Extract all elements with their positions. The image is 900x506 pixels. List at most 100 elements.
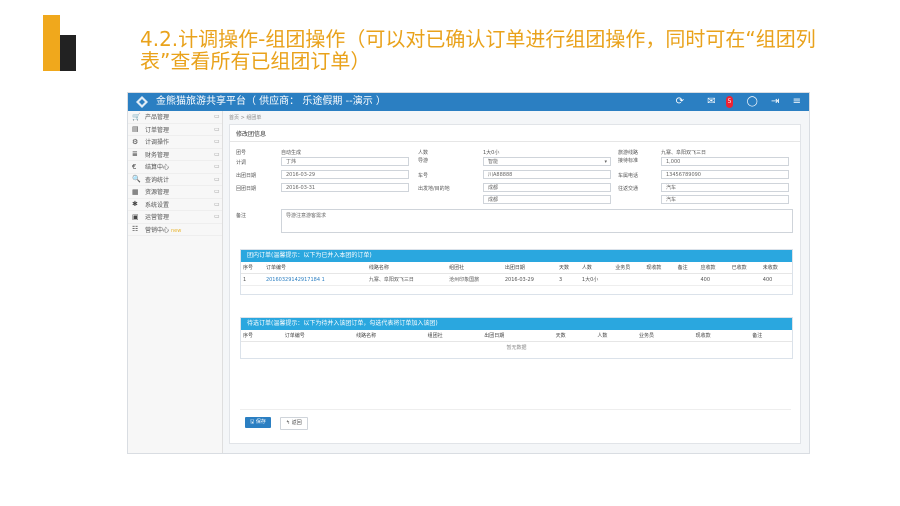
chevron-icon: ▭ [214, 200, 220, 208]
col-header: 应收款 [698, 262, 730, 274]
route-label: 旅游线路 [618, 150, 639, 156]
col-header: 出团日期 [502, 262, 557, 274]
slide-logo-bar-black [60, 35, 76, 71]
sidebar-item-operations[interactable]: ⚙ 计调操作 ▭ [128, 136, 222, 149]
chevron-icon: ▭ [214, 150, 220, 158]
new-badge: new [171, 227, 182, 234]
chevron-icon: ▭ [214, 213, 220, 221]
table-cell [644, 273, 676, 286]
in-team-orders-section: 团内订单(温馨提示：以下为已并入本团的订单) 序号 订单编号 线路名称 组团社 … [240, 249, 793, 295]
toolbar: ⟳ ✉ 5 ◯ ⇥ ≡ [666, 96, 801, 108]
order-number-link[interactable]: 20160329142917184 1 [263, 273, 367, 286]
guide-input[interactable]: 丁炜 [281, 157, 409, 166]
sidebar-item-label: 财务管理 [145, 151, 170, 159]
table-cell: 400 [760, 273, 792, 286]
team-no-value: 自动生成 [281, 150, 302, 156]
car-input[interactable]: 川A88888 [483, 170, 611, 179]
col-header: 业务员 [613, 262, 645, 274]
chat-icon[interactable]: ◯ [747, 96, 758, 107]
mail-icon[interactable]: ✉ 5 [697, 96, 734, 108]
table-cell [675, 273, 699, 286]
sidebar-item-label: 产品管理 [145, 114, 170, 122]
col-header: 序号 [241, 262, 264, 274]
sidebar-item-operations-mgmt[interactable]: ▣ 运营管理 ▭ [128, 211, 222, 224]
col-header: 人数 [595, 330, 638, 342]
database-icon: ▦ [132, 187, 139, 196]
chevron-icon: ▭ [214, 163, 220, 171]
brand-title: 金熊猫旅游共享平台（ 供应商： 乐途假期 --演示 ） [156, 96, 386, 107]
leader-select[interactable]: 智能 ▾ [483, 157, 611, 166]
sidebar-item-resources[interactable]: ▦ 资源管理 ▭ [128, 186, 222, 199]
sidebar-item-label: 资源管理 [145, 189, 170, 197]
guide-label: 计调 [236, 160, 247, 166]
return-date-input[interactable]: 2016-03-31 [281, 183, 409, 192]
pending-orders-section: 待选订单(温馨提示：以下为待并入该团订单，勾选代表将订单加入该团) 序号 订单编… [240, 317, 793, 359]
chevron-icon: ▭ [214, 138, 220, 146]
sidebar-item-system[interactable]: ✱ 系统设置 ▭ [128, 199, 222, 211]
col-header: 已收款 [729, 262, 761, 274]
traffic-go-input[interactable]: 汽车 [661, 183, 789, 192]
col-header: 备注 [675, 262, 699, 274]
sidebar-item-products[interactable]: 🛒 产品管理 ▭ [128, 111, 222, 124]
table-row: 1 20160329142917184 1 九寨、阜阳双飞三日 沧州印象国旅 2… [241, 273, 792, 286]
mail-badge: 5 [725, 96, 734, 108]
table-cell: 400 [698, 273, 730, 286]
search-icon: 🔍 [132, 175, 141, 184]
col-header: 线路名称 [366, 262, 448, 274]
col-header: 订单编号 [282, 330, 355, 342]
table-cell: 1大0小 [579, 273, 614, 286]
refresh-icon[interactable]: ⟳ [676, 96, 684, 107]
destination-input[interactable]: 成都 [483, 195, 611, 204]
traffic-return-input[interactable]: 汽车 [661, 195, 789, 204]
list-icon: ▤ [132, 125, 139, 134]
chevron-icon: ▭ [214, 175, 220, 183]
grid-icon: ☷ [132, 225, 139, 234]
col-header: 组团社 [425, 330, 483, 342]
table-cell [729, 273, 761, 286]
col-header: 未收款 [760, 262, 792, 274]
table-header-row: 序号 订单编号 线路名称 组团社 出团日期 天数 人数 业务员 现收款 备注 [241, 330, 792, 342]
save-button[interactable]: 🖫 保存 [245, 417, 271, 428]
logout-icon[interactable]: ⇥ [771, 96, 779, 107]
col-header: 备注 [750, 330, 792, 342]
monitor-icon: ▣ [132, 212, 139, 221]
col-header: 线路名称 [354, 330, 426, 342]
main-content: 首页 > 组团单 修改团信息 团号 自动生成 人数 1大0小 旅游线路 九寨、阜… [223, 111, 809, 453]
table-cell: 沧州印象国旅 [447, 273, 503, 286]
table-cell: 1 [241, 273, 264, 286]
cost-input[interactable]: 1,000 [661, 157, 789, 166]
col-header: 订单编号 [263, 262, 367, 274]
in-team-orders-table: 序号 订单编号 线路名称 组团社 出团日期 天数 人数 业务员 现收款 备注 应… [241, 262, 792, 286]
sidebar-item-statistics[interactable]: 🔍 查询统计 ▭ [128, 174, 222, 186]
sidebar-item-label: 运营管理 [145, 214, 170, 222]
cost-label: 接待标准 [618, 158, 639, 164]
sidebar-item-marketing[interactable]: ☷ 营销中心 new [128, 224, 222, 236]
sidebar-item-label: 系统设置 [145, 201, 170, 209]
chevron-icon: ▭ [214, 125, 220, 133]
breadcrumb: 首页 > 组团单 [229, 115, 262, 121]
slide-title: 4.2.计调操作-组团操作（可以对已确认订单进行组团操作，同时可在“组团列表”查… [140, 27, 816, 73]
sidebar-item-finance[interactable]: ≣ 财务管理 ▭ [128, 149, 222, 161]
panel-title: 修改团信息 [236, 131, 267, 138]
origin-input[interactable]: 成都 [483, 183, 611, 192]
back-button[interactable]: ↰ 返回 [280, 417, 308, 430]
sidebar-item-settlement[interactable]: € 结算中心 ▭ [128, 161, 222, 174]
depart-date-label: 出团日期 [236, 173, 257, 179]
col-header: 天数 [553, 330, 596, 342]
pending-orders-header: 待选订单(温馨提示：以下为待并入该团订单，勾选代表将订单加入该团) [241, 318, 792, 330]
menu-icon[interactable]: ≡ [793, 96, 801, 107]
sidebar-item-orders[interactable]: ▤ 订单管理 ▭ [128, 124, 222, 136]
depart-date-input[interactable]: 2016-03-29 [281, 170, 409, 179]
table-cell: 2016-03-29 [502, 273, 557, 286]
team-no-label: 团号 [236, 150, 247, 156]
sidebar: 🛒 产品管理 ▭ ▤ 订单管理 ▭ ⚙ 计调操作 ▭ ≣ 财务管理 ▭ € 结算中心 ▭ 🔍 查询统计… [128, 111, 223, 453]
currency-icon: € [132, 162, 137, 171]
remark-textarea[interactable]: 导游注意游客需求 [281, 209, 793, 233]
sidebar-item-label: 结算中心 [145, 164, 170, 172]
phone-input[interactable]: 13456789090 [661, 170, 789, 179]
col-header: 现收款 [644, 262, 676, 274]
col-header: 组团社 [447, 262, 503, 274]
sidebar-item-label: 营销中心 new [145, 226, 182, 234]
remark-label: 备注 [236, 213, 247, 219]
sidebar-item-label: 计调操作 [145, 139, 170, 147]
